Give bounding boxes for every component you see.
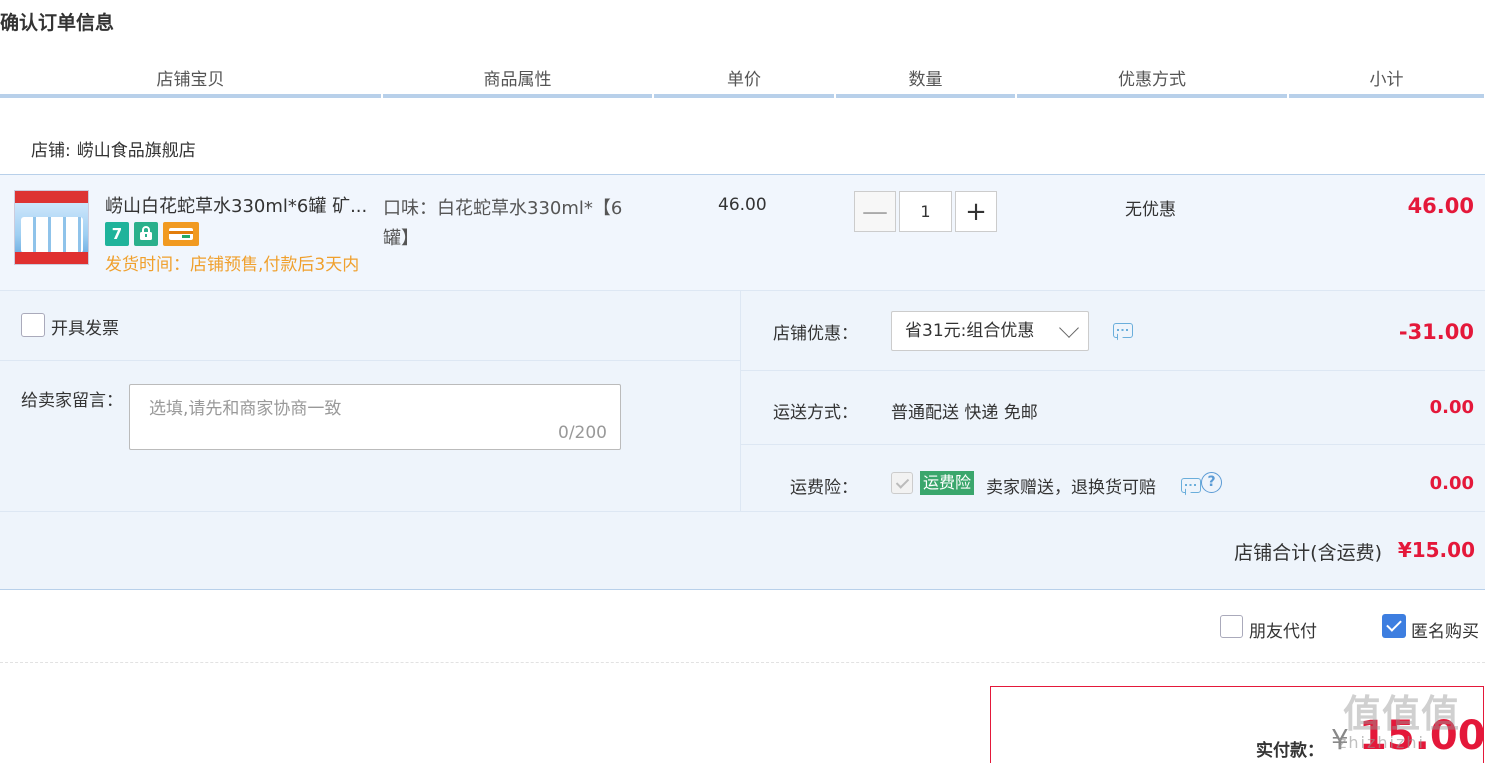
column-header-attributes: 商品属性 bbox=[383, 66, 652, 98]
column-header-unit-price: 单价 bbox=[654, 66, 834, 98]
quantity-stepper: — 1 + bbox=[854, 191, 997, 232]
shipping-amount: 0.00 bbox=[1429, 397, 1474, 418]
shop-total-label: 店铺合计(含运费) bbox=[1234, 542, 1382, 564]
chat-icon[interactable] bbox=[1113, 323, 1133, 338]
message-counter: 0/200 bbox=[558, 423, 607, 443]
insurance-checkbox[interactable] bbox=[891, 472, 913, 494]
insurance-text: 卖家赠送，退换货可赔 bbox=[986, 478, 1156, 498]
invoice-checkbox[interactable] bbox=[21, 313, 45, 337]
shipping-row: 运送方式： 普通配送 快递 免邮 0.00 bbox=[741, 371, 1485, 445]
quantity-input[interactable]: 1 bbox=[899, 191, 952, 232]
insurance-row: 运费险： 运费险 卖家赠送，退换货可赔 ? 0.00 bbox=[741, 445, 1485, 512]
message-textarea[interactable]: 选填,请先和商家协商一致 0/200 bbox=[129, 384, 621, 450]
thumbnail-banner bbox=[15, 191, 88, 203]
shop-name-link[interactable]: 崂山食品旗舰店 bbox=[77, 141, 196, 161]
message-placeholder: 选填,请先和商家协商一致 bbox=[149, 399, 342, 419]
seven-day-return-icon[interactable]: 7 bbox=[105, 222, 129, 246]
product-attribute: 口味：白花蛇草水330ml*【6罐】 bbox=[383, 198, 623, 249]
chevron-down-icon bbox=[1059, 318, 1079, 338]
insurance-label: 运费险： bbox=[790, 478, 858, 498]
product-row: 崂山白花蛇草水330ml*6罐 矿... 7 发货时间：店铺预售,付款后3天内 … bbox=[0, 174, 1485, 291]
column-header-quantity: 数量 bbox=[836, 66, 1015, 98]
anonymous-label[interactable]: 匿名购买 bbox=[1411, 617, 1479, 642]
thumbnail-cans bbox=[21, 217, 83, 253]
invoice-row: 开具发票 bbox=[0, 291, 741, 361]
column-header-discount: 优惠方式 bbox=[1017, 66, 1287, 98]
product-name-link[interactable]: 崂山白花蛇草水330ml*6罐 矿... bbox=[105, 192, 373, 218]
coupon-row: 店铺优惠： 省31元:组合优惠 -31.00 bbox=[741, 291, 1485, 371]
quantity-decrease-button[interactable]: — bbox=[854, 191, 896, 232]
card-payment-icon[interactable] bbox=[163, 222, 199, 246]
anonymous-checkbox[interactable] bbox=[1382, 614, 1406, 638]
watermark-url: zhizhizhi bbox=[1338, 733, 1425, 752]
quantity-increase-button[interactable]: + bbox=[955, 191, 997, 232]
payment-options: 朋友代付 匿名购买 bbox=[0, 590, 1485, 663]
shop-label: 店铺: bbox=[31, 141, 71, 161]
unit-price: 46.00 bbox=[718, 195, 767, 215]
insurance-amount: 0.00 bbox=[1429, 473, 1474, 494]
shipping-value: 普通配送 快递 免邮 bbox=[891, 403, 1038, 423]
order-options: 开具发票 给卖家留言： 选填,请先和商家协商一致 0/200 店铺优惠： 省31… bbox=[0, 291, 1485, 512]
coupon-amount: -31.00 bbox=[1398, 320, 1474, 344]
discount-method: 无优惠 bbox=[1125, 200, 1176, 220]
insurance-tag: 运费险 bbox=[920, 471, 975, 495]
column-header-subtotal: 小计 bbox=[1289, 66, 1484, 98]
chat-icon[interactable] bbox=[1181, 478, 1201, 493]
friend-pay-checkbox[interactable] bbox=[1220, 615, 1243, 638]
coupon-select[interactable]: 省31元:组合优惠 bbox=[891, 311, 1089, 351]
product-subtotal: 46.00 bbox=[1407, 194, 1474, 218]
guarantee-icon[interactable] bbox=[134, 222, 158, 246]
service-badges: 7 bbox=[105, 222, 199, 246]
ship-time: 发货时间：店铺预售,付款后3天内 bbox=[105, 255, 360, 275]
payment-label: 实付款： bbox=[1256, 741, 1324, 761]
shipping-label: 运送方式： bbox=[773, 403, 858, 423]
page-title: 确认订单信息 bbox=[0, 12, 115, 34]
column-header-item: 店铺宝贝 bbox=[0, 66, 381, 98]
watermark: 值值值 bbox=[1343, 692, 1461, 736]
message-label: 给卖家留言： bbox=[21, 391, 123, 411]
invoice-label[interactable]: 开具发票 bbox=[51, 314, 119, 339]
shop-total-bar: 店铺合计(含运费) ¥15.00 bbox=[0, 512, 1485, 590]
shop-line: 店铺: 崂山食品旗舰店 bbox=[31, 136, 196, 161]
shop-total-value: ¥15.00 bbox=[1397, 538, 1475, 562]
product-thumbnail[interactable] bbox=[14, 190, 89, 265]
help-icon[interactable]: ? bbox=[1201, 472, 1222, 493]
friend-pay-label[interactable]: 朋友代付 bbox=[1249, 617, 1317, 642]
options-left-panel: 开具发票 给卖家留言： 选填,请先和商家协商一致 0/200 bbox=[0, 291, 741, 512]
coupon-label: 店铺优惠： bbox=[773, 324, 858, 344]
coupon-selected-value: 省31元:组合优惠 bbox=[905, 321, 1035, 341]
thumbnail-price-tag bbox=[15, 252, 88, 264]
